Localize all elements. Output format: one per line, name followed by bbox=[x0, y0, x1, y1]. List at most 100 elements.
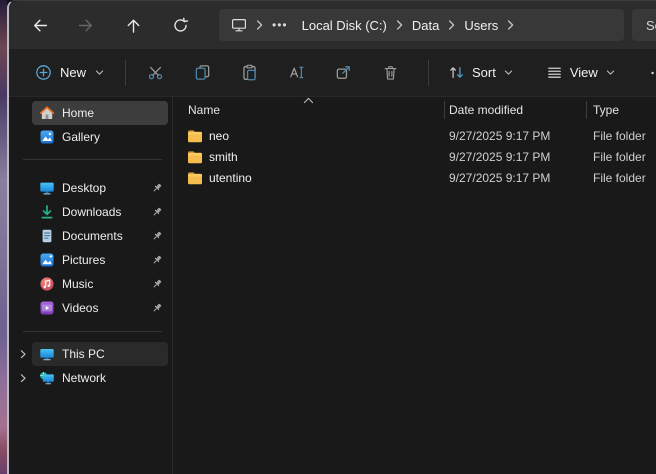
file-explorer-window: ••• Local Disk (C:) Data Users Search Ne… bbox=[7, 0, 656, 474]
sort-icon bbox=[448, 64, 465, 81]
breadcrumb-chevron-icon[interactable] bbox=[255, 19, 264, 31]
sidebar-item-label: Music bbox=[62, 277, 93, 291]
view-icon bbox=[546, 64, 563, 81]
column-header-date-modified[interactable]: Date modified bbox=[444, 103, 586, 117]
sidebar-item-network[interactable]: Network bbox=[32, 366, 168, 390]
pin-icon bbox=[151, 278, 163, 290]
sidebar-item-label: Desktop bbox=[62, 181, 106, 195]
sidebar-item-downloads[interactable]: Downloads bbox=[32, 200, 168, 224]
expand-chevron-icon[interactable] bbox=[18, 349, 28, 359]
file-name-cell: smith bbox=[173, 150, 444, 164]
copy-button[interactable] bbox=[183, 56, 221, 90]
share-button[interactable] bbox=[324, 56, 362, 90]
column-header-type[interactable]: Type bbox=[586, 103, 656, 117]
back-icon bbox=[31, 17, 48, 34]
pin-icon bbox=[151, 302, 163, 314]
sidebar-item-label: Documents bbox=[62, 229, 123, 243]
file-list: Name Date modified Type neo 9/27/2025 9:… bbox=[173, 97, 656, 474]
cut-button[interactable] bbox=[136, 56, 174, 90]
up-button[interactable] bbox=[113, 8, 153, 42]
new-button-label: New bbox=[60, 65, 86, 80]
view-button-label: View bbox=[570, 65, 598, 80]
navigation-bar: ••• Local Disk (C:) Data Users Search bbox=[9, 1, 656, 49]
up-arrow-icon bbox=[125, 17, 142, 34]
chevron-down-icon bbox=[94, 67, 105, 78]
rename-icon bbox=[288, 64, 305, 81]
sidebar-item-gallery[interactable]: Gallery bbox=[32, 125, 168, 149]
file-name-cell: utentino bbox=[173, 171, 444, 185]
file-name-cell: neo bbox=[173, 129, 444, 143]
sidebar-divider bbox=[23, 159, 162, 160]
search-input[interactable]: Search bbox=[632, 9, 656, 41]
navigation-pane: Home Gallery Desktop Downloads Documents bbox=[9, 97, 172, 474]
new-button[interactable]: New bbox=[25, 57, 115, 88]
sort-ascending-indicator-icon bbox=[303, 97, 314, 104]
network-icon bbox=[39, 370, 55, 386]
breadcrumb-chevron-icon[interactable] bbox=[395, 19, 404, 31]
breadcrumb-item-users[interactable]: Users bbox=[464, 18, 498, 33]
breadcrumb-chevron-icon[interactable] bbox=[506, 19, 515, 31]
sidebar-item-home[interactable]: Home bbox=[32, 101, 168, 125]
table-row[interactable]: neo 9/27/2025 9:17 PM File folder bbox=[173, 125, 656, 146]
sort-button[interactable]: Sort bbox=[439, 57, 523, 88]
file-type-cell: File folder bbox=[586, 129, 656, 143]
copy-icon bbox=[194, 64, 211, 81]
toolbar-divider bbox=[125, 60, 126, 86]
sidebar-item-videos[interactable]: Videos bbox=[32, 296, 168, 320]
downloads-icon bbox=[39, 204, 55, 220]
column-header-name[interactable]: Name bbox=[173, 103, 444, 117]
desktop-wallpaper-edge bbox=[0, 0, 7, 474]
table-row[interactable]: utentino 9/27/2025 9:17 PM File folder bbox=[173, 167, 656, 188]
file-type-cell: File folder bbox=[586, 171, 656, 185]
file-name: smith bbox=[209, 150, 238, 164]
back-button[interactable] bbox=[19, 8, 59, 42]
column-divider[interactable] bbox=[586, 101, 587, 119]
forward-button[interactable] bbox=[66, 8, 106, 42]
column-headers: Name Date modified Type bbox=[173, 97, 656, 123]
breadcrumb-chevron-icon[interactable] bbox=[447, 19, 456, 31]
more-options-button[interactable] bbox=[639, 56, 656, 90]
sort-button-label: Sort bbox=[472, 65, 496, 80]
sidebar-item-this-pc[interactable]: This PC bbox=[32, 342, 168, 366]
rename-button[interactable] bbox=[277, 56, 315, 90]
view-button[interactable]: View bbox=[537, 57, 625, 88]
sidebar-item-pictures[interactable]: Pictures bbox=[32, 248, 168, 272]
sidebar-item-label: Network bbox=[62, 371, 106, 385]
trash-icon bbox=[382, 64, 399, 81]
sidebar-item-documents[interactable]: Documents bbox=[32, 224, 168, 248]
more-ellipsis-icon bbox=[650, 65, 656, 81]
file-name: utentino bbox=[209, 171, 252, 185]
home-icon bbox=[39, 105, 55, 121]
refresh-icon bbox=[172, 17, 189, 34]
sidebar-item-label: Home bbox=[62, 106, 94, 120]
share-icon bbox=[335, 64, 352, 81]
search-placeholder: Search bbox=[646, 18, 656, 33]
file-date-cell: 9/27/2025 9:17 PM bbox=[444, 150, 586, 164]
breadcrumb-item-data[interactable]: Data bbox=[412, 18, 439, 33]
new-plus-icon bbox=[35, 64, 52, 81]
this-pc-breadcrumb-icon bbox=[231, 17, 247, 33]
pictures-icon bbox=[39, 252, 55, 268]
sidebar-item-label: Gallery bbox=[62, 130, 100, 144]
expand-chevron-icon[interactable] bbox=[18, 373, 28, 383]
folder-icon bbox=[187, 129, 203, 143]
sidebar-divider bbox=[23, 331, 162, 332]
forward-icon bbox=[78, 17, 95, 34]
sidebar-item-desktop[interactable]: Desktop bbox=[32, 176, 168, 200]
folder-icon bbox=[187, 171, 203, 185]
command-bar: New Sort View bbox=[9, 49, 656, 97]
delete-button[interactable] bbox=[371, 56, 409, 90]
pin-icon bbox=[151, 254, 163, 266]
breadcrumb-overflow-ellipsis[interactable]: ••• bbox=[272, 18, 288, 32]
table-row[interactable]: smith 9/27/2025 9:17 PM File folder bbox=[173, 146, 656, 167]
address-bar[interactable]: ••• Local Disk (C:) Data Users bbox=[219, 9, 624, 41]
column-divider[interactable] bbox=[444, 101, 445, 119]
gallery-icon bbox=[39, 129, 55, 145]
sidebar-item-music[interactable]: Music bbox=[32, 272, 168, 296]
music-icon bbox=[39, 276, 55, 292]
breadcrumb-item-local-disk[interactable]: Local Disk (C:) bbox=[302, 18, 387, 33]
refresh-button[interactable] bbox=[160, 8, 200, 42]
folder-icon bbox=[187, 150, 203, 164]
content-area: Home Gallery Desktop Downloads Documents bbox=[9, 97, 656, 474]
paste-button[interactable] bbox=[230, 56, 268, 90]
